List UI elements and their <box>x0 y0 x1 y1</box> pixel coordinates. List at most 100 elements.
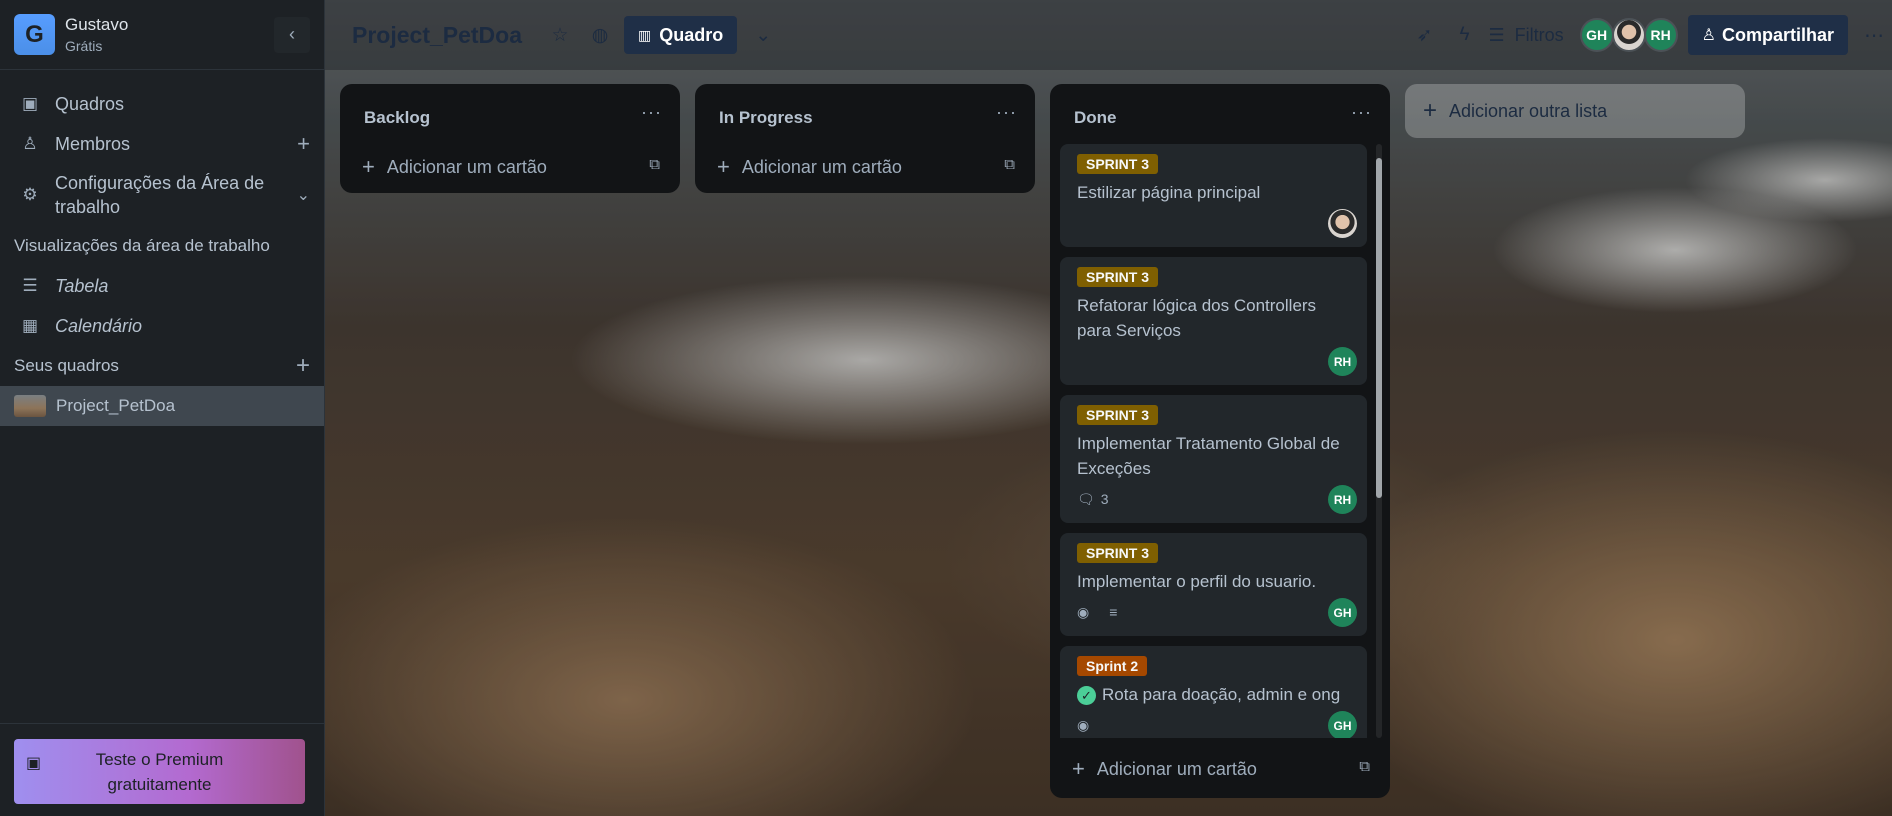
plus-icon: + <box>362 154 375 179</box>
avatar-gh[interactable]: GH <box>1579 18 1614 52</box>
workspace-plan: Grátis <box>65 38 103 54</box>
filter-icon: ☰ <box>1488 24 1505 45</box>
card[interactable]: SPRINT 3 Implementar Tratamento Global d… <box>1060 395 1367 523</box>
description-icon: ≡ <box>1109 604 1118 620</box>
globe-icon[interactable]: ◍ <box>582 17 618 53</box>
share-button[interactable]: ♙ Compartilhar <box>1687 15 1848 55</box>
views-title: Visualizações da área de trabalho <box>14 236 270 255</box>
sidebar-item-calendario[interactable]: ▦ Calendário <box>0 306 324 346</box>
star-icon[interactable]: ☆ <box>542 17 578 53</box>
card-title: Refatorar lógica dos Controllers para Se… <box>1077 296 1317 340</box>
card-member-avatar[interactable] <box>1328 209 1357 238</box>
workspace-info: Gustavo Grátis <box>65 15 128 54</box>
board-thumbnail <box>14 395 46 417</box>
plus-icon: + <box>1423 97 1438 124</box>
comments-badge: 🗨 3 <box>1077 491 1109 508</box>
share-label: Compartilhar <box>1721 24 1834 45</box>
avatar-rh[interactable]: RH <box>1643 18 1678 52</box>
board-item-label: Project_PetDoa <box>56 396 176 415</box>
plus-icon: + <box>1072 756 1085 781</box>
add-card-button[interactable]: + Adicionar um cartão <box>1072 756 1257 782</box>
sidebar-item-membros[interactable]: ♙ Membros + <box>0 124 324 164</box>
card-member-avatar[interactable]: RH <box>1328 347 1357 376</box>
add-card-label: Adicionar um cartão <box>386 156 547 177</box>
card[interactable]: SPRINT 3 Refatorar lógica dos Controller… <box>1060 257 1367 385</box>
workspace-name[interactable]: Gustavo <box>65 15 128 35</box>
card-member-avatar[interactable]: GH <box>1328 711 1357 738</box>
template-icon[interactable]: ⧉ <box>1004 156 1015 173</box>
person-icon: ♙ <box>22 134 38 153</box>
template-icon[interactable]: ⧉ <box>1359 758 1370 775</box>
eye-icon: ◉ <box>1077 716 1090 733</box>
boards-section-title: Seus quadros + <box>0 346 324 386</box>
workspace-logo[interactable]: G <box>14 14 55 55</box>
board-view-button[interactable]: ▥ Quadro <box>624 16 738 54</box>
gear-icon: ⚙ <box>22 185 38 204</box>
avatar-photo[interactable] <box>1611 18 1646 52</box>
add-board-icon[interactable]: + <box>296 352 310 380</box>
sidebar-nav: ▣ Quadros ♙ Membros + ⚙ Configurações da… <box>0 70 324 426</box>
list-title[interactable]: Done <box>1074 108 1117 128</box>
lightning-icon[interactable]: ϟ <box>1446 17 1482 53</box>
more-icon[interactable]: ··· <box>1351 102 1372 123</box>
collapse-sidebar-button[interactable]: ‹ <box>274 16 310 53</box>
card-footer <box>1077 209 1357 238</box>
sidebar-item-tabela[interactable]: ☰ Tabela <box>0 266 324 306</box>
list-in-progress: In Progress ··· + Adicionar um cartão ⧉ <box>695 84 1035 193</box>
watching-badge: ◉ <box>1077 604 1095 621</box>
more-icon[interactable]: ··· <box>641 102 662 123</box>
chevron-down-icon[interactable]: ⌄ <box>297 185 310 205</box>
plus-icon: + <box>717 154 730 179</box>
add-card-button[interactable]: + Adicionar um cartão <box>362 154 547 180</box>
premium-label: Teste o Premium gratuitamente <box>95 750 224 794</box>
add-card-label: Adicionar um cartão <box>1096 758 1257 779</box>
scrollbar-thumb[interactable] <box>1376 158 1382 498</box>
sidebar-item-label: Configurações da Área de trabalho <box>55 173 265 217</box>
card-title-text: Rota para doação, admin e ong <box>1102 685 1341 704</box>
list-done: Done ··· SPRINT 3 Estilizar página princ… <box>1050 84 1390 798</box>
chevron-left-icon: ‹ <box>289 24 295 44</box>
add-member-icon[interactable]: + <box>297 131 310 157</box>
add-person-icon: ♙ <box>1701 27 1716 44</box>
more-icon[interactable]: ⋯ <box>1856 17 1892 53</box>
card[interactable]: SPRINT 3 Implementar o perfil do usuario… <box>1060 533 1367 636</box>
premium-section: ▣ Teste o Premium gratuitamente <box>0 723 325 816</box>
card-footer: 🗨 3 RH <box>1077 485 1357 514</box>
list-title[interactable]: Backlog <box>364 108 430 128</box>
card-member-avatar[interactable]: RH <box>1328 485 1357 514</box>
premium-trial-button[interactable]: ▣ Teste o Premium gratuitamente <box>14 739 305 804</box>
eye-icon: ◉ <box>1077 603 1090 620</box>
card-title: ✓ Rota para doação, admin e ong <box>1077 682 1351 707</box>
board-view-label: Quadro <box>659 24 724 45</box>
calendar-icon: ▦ <box>21 316 39 335</box>
add-card-button[interactable]: + Adicionar um cartão <box>717 154 902 180</box>
template-icon[interactable]: ⧉ <box>649 156 660 173</box>
watching-badge: ◉ <box>1077 717 1095 734</box>
card-label: SPRINT 3 <box>1077 405 1159 425</box>
add-list-button[interactable]: + Adicionar outra lista <box>1405 84 1745 138</box>
rocket-icon[interactable]: ➶ <box>1406 17 1442 53</box>
card[interactable]: Sprint 2 ✓ Rota para doação, admin e ong … <box>1060 646 1367 738</box>
workspace-header: G Gustavo Grátis ‹ <box>0 0 324 70</box>
card-label: SPRINT 3 <box>1077 543 1159 563</box>
sidebar-item-label: Tabela <box>55 275 109 296</box>
sidebar: G Gustavo Grátis ‹ ▣ Quadros ♙ Membros +… <box>0 0 325 816</box>
filters-button[interactable]: ☰ Filtros <box>1488 25 1563 46</box>
card[interactable]: SPRINT 3 Estilizar página principal <box>1060 144 1367 247</box>
card-footer: ◉ ≡ GH <box>1077 598 1357 627</box>
card-member-avatar[interactable]: GH <box>1328 598 1357 627</box>
chevron-down-icon[interactable]: ⌄ <box>745 17 781 53</box>
check-complete-icon[interactable]: ✓ <box>1077 686 1096 706</box>
board-title[interactable]: Project_PetDoa <box>352 22 522 49</box>
briefcase-icon: ▣ <box>26 755 42 772</box>
sidebar-item-quadros[interactable]: ▣ Quadros <box>0 84 324 124</box>
more-icon[interactable]: ··· <box>996 102 1017 123</box>
sidebar-item-configuracoes[interactable]: ⚙ Configurações da Área de trabalho ⌄ <box>0 164 324 226</box>
sidebar-board-project-petdoa[interactable]: Project_PetDoa <box>0 386 324 426</box>
list-title[interactable]: In Progress <box>719 108 813 128</box>
card-label: Sprint 2 <box>1077 656 1148 676</box>
list-scrollbar[interactable] <box>1376 144 1382 738</box>
comment-icon: 🗨 <box>1077 490 1095 507</box>
sidebar-item-label: Membros <box>55 133 131 154</box>
sidebar-item-label: Quadros <box>55 93 125 114</box>
